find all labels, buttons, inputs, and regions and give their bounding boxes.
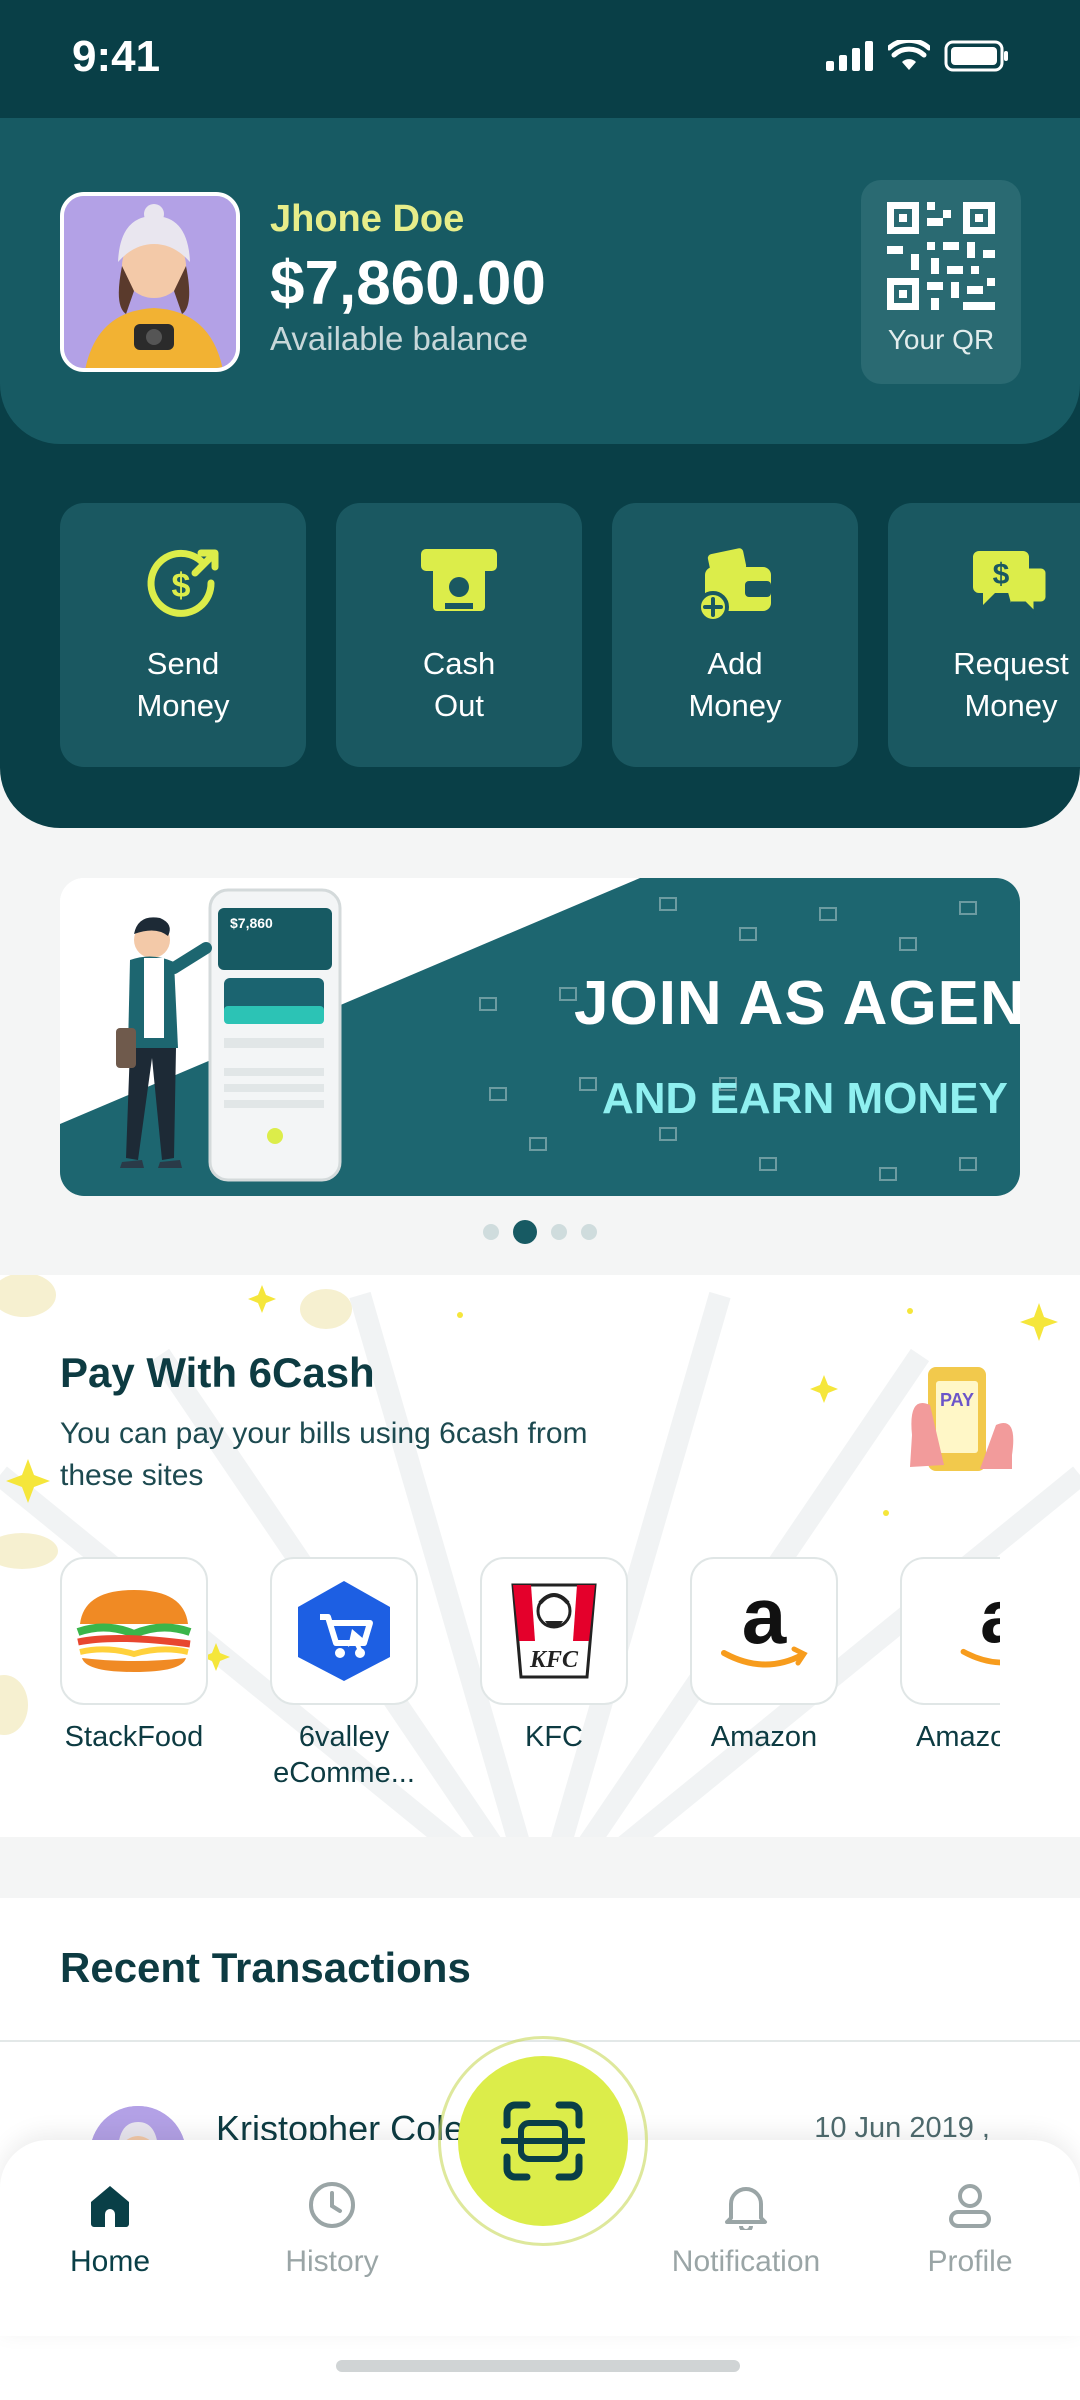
merchant-name: StackFood [64,1721,204,1753]
balance-amount: $7,860.00 [270,249,546,318]
svg-text:a: a [980,1583,1000,1658]
scan-button[interactable] [458,2056,628,2226]
merchant-name: 6valley eComme... [273,1721,415,1789]
profile-card: Jhone Doe $7,860.00 Available balance Yo… [0,118,1080,444]
banner-title: JOIN AS AGEN [574,969,1020,1038]
merchant-kfc[interactable]: KFC KFC [480,1557,628,1791]
wifi-icon [888,40,930,70]
quick-actions: $ Send Money Cash Out Add Money $ Reques… [60,503,1080,767]
cash-out-label: Cash Out [422,646,496,723]
profile-icon [949,2184,991,2228]
carousel-dot[interactable] [581,1224,597,1240]
pay-badge: PAY [940,1390,974,1410]
history-icon [309,2182,355,2228]
signal-icon [826,41,873,71]
6valley-logo [270,1557,418,1705]
svg-text:$: $ [172,567,191,605]
scan-icon [501,2101,585,2181]
add-money-label: Add Money [688,646,782,723]
send-money-button[interactable]: $ Send Money [60,503,306,767]
banner-phone-balance: $7,860 [230,915,273,931]
cash-out-icon [421,549,497,611]
home-indicator [336,2360,740,2372]
merchant-6valley[interactable]: 6valley eComme... [270,1557,418,1791]
amazon-logo: a [900,1557,1000,1705]
status-icons [826,40,1010,72]
merchant-name: KFC [525,1721,583,1753]
bell-icon [725,2187,767,2233]
qr-code-icon [887,202,995,310]
add-money-icon [697,548,771,623]
qr-label: Your QR [887,324,995,355]
banner-subtitle: AND EARN MONEY [602,1074,1008,1123]
merchant-list: StackFood 6valley eComme... KFC KFC a Am… [60,1557,1000,1791]
kfc-logo: KFC [480,1557,628,1705]
your-qr-button[interactable]: Your QR [861,180,1021,384]
request-money-label: Request Money [953,646,1069,723]
svg-text:a: a [742,1583,787,1660]
promo-banner[interactable]: $7,860 JOIN AS AGEN AND EARN MONEY [60,878,1020,1196]
nav-history-label: History [285,2245,379,2278]
cash-out-button[interactable]: Cash Out [336,503,582,767]
carousel-dot[interactable] [551,1224,567,1240]
amazon-logo: a [690,1557,838,1705]
pay-title: Pay With 6Cash [60,1349,375,1396]
merchant-name: Amazon [710,1721,818,1753]
nav-home[interactable]: Home [20,2180,200,2279]
add-money-button[interactable]: Add Money [612,503,858,767]
pay-with-section: PAY Pay With 6Cash You can pay your bill… [0,1275,1080,1837]
user-name: Jhone Doe [270,198,465,240]
request-money-button[interactable]: $ Request Money [888,503,1080,767]
request-money-icon: $ [973,551,1049,617]
stackfood-logo [60,1557,208,1705]
balance-label: Available balance [270,320,529,357]
avatar[interactable] [60,192,240,372]
status-time: 9:41 [72,32,161,81]
carousel-dot[interactable] [483,1224,499,1240]
nav-notification-label: Notification [671,2245,821,2278]
home-icon [91,2186,129,2227]
merchant-amazon-2[interactable]: a Amazon [900,1557,1000,1791]
svg-text:$: $ [993,558,1010,591]
merchant-name: Amazon [916,1721,1000,1753]
battery-icon [944,40,1008,72]
nav-profile[interactable]: Profile [880,2180,1060,2279]
send-money-label: Send Money [136,646,230,723]
pay-description: You can pay your bills using 6cash from … [60,1417,588,1492]
pay-illustration: PAY [910,1367,1014,1471]
header: 9:41 Jhone Doe $7,860.00 Available balan… [0,0,1080,828]
svg-text:KFC: KFC [529,1647,579,1673]
merchant-stackfood[interactable]: StackFood [60,1557,208,1791]
send-money-icon: $ [147,549,219,617]
nav-home-label: Home [69,2245,151,2278]
nav-history[interactable]: History [242,2180,422,2279]
nav-profile-label: Profile [927,2245,1013,2278]
carousel-dot-active[interactable] [513,1220,537,1244]
merchant-amazon[interactable]: a Amazon [690,1557,838,1791]
carousel-dots [0,1220,1080,1244]
nav-notification[interactable]: Notification [656,2180,836,2279]
status-bar: 9:41 [0,0,1080,118]
recent-title: Recent Transactions [60,1944,471,1991]
